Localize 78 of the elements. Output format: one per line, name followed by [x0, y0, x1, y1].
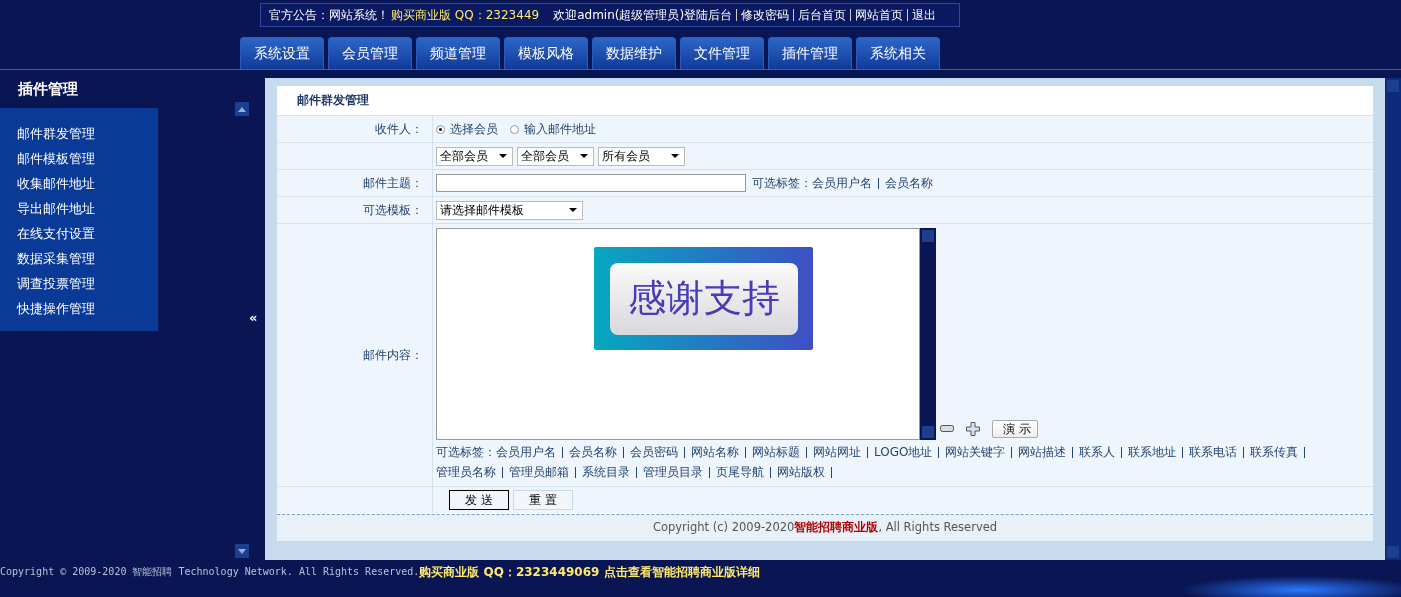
tag-link[interactable]: 会员用户名: [812, 174, 872, 192]
sidebar-item[interactable]: 快捷操作管理: [17, 296, 158, 321]
member-select[interactable]: 所有会员: [598, 146, 685, 166]
subject-field[interactable]: [436, 174, 746, 192]
tag-link[interactable]: 管理员名称: [436, 462, 496, 482]
tag-link[interactable]: 网站标题: [752, 442, 800, 462]
tag-link[interactable]: 管理员邮箱: [509, 462, 569, 482]
tag-link[interactable]: 网站关键字: [945, 442, 1006, 462]
tag-link[interactable]: 网站名称: [691, 442, 739, 462]
sidebar-item[interactable]: 收集邮件地址: [17, 171, 158, 196]
footer-copyright: Copyright © 2009-2020 智能招聘 Technology Network. All Rights Reserved.: [0, 565, 420, 577]
top-link[interactable]: 后台首页: [798, 6, 847, 24]
tag-link[interactable]: 会员名称: [569, 442, 617, 462]
notice-text: 网站系统！: [329, 6, 389, 24]
notice-label: 官方公告：: [269, 6, 329, 24]
tag-link[interactable]: 管理员目录: [643, 462, 703, 482]
down-arrow-icon: [238, 548, 246, 554]
member-select[interactable]: 全部会员: [517, 146, 594, 166]
sidebar-item[interactable]: 导出邮件地址: [17, 196, 158, 221]
tag-link[interactable]: 会员名称: [885, 174, 933, 192]
tag-link[interactable]: 联系人: [1079, 442, 1116, 462]
sidebar-title: 插件管理: [17, 79, 79, 100]
nav-tab[interactable]: 数据维护: [592, 37, 676, 69]
notice-promo: 购买商业版 QQ：2323449: [391, 6, 540, 24]
nav-tab[interactable]: 模板风格: [504, 37, 588, 69]
tag-label: 可选标签：: [436, 445, 496, 459]
reset-button[interactable]: 重 置: [513, 490, 573, 510]
caret-icon: [569, 208, 577, 212]
tag-link[interactable]: 联系传真: [1250, 442, 1299, 462]
scroll-up-button[interactable]: [235, 102, 249, 116]
member-select[interactable]: 全部会员: [436, 146, 513, 166]
expand-icon[interactable]: [966, 422, 980, 436]
top-link[interactable]: 网站首页: [855, 6, 904, 24]
radio-option[interactable]: 输入邮件地址: [510, 120, 596, 138]
nav-tab[interactable]: 文件管理: [680, 37, 764, 69]
top-link[interactable]: 修改密码: [741, 6, 790, 24]
collapse-toggle[interactable]: «: [249, 310, 258, 325]
radio-option[interactable]: 选择会员: [436, 120, 498, 138]
nav-tab[interactable]: 插件管理: [768, 37, 852, 69]
editor-scrollbar[interactable]: [920, 228, 936, 440]
tag-label: 可选标签：: [752, 174, 812, 192]
caret-icon: [671, 154, 679, 158]
sidebar-item[interactable]: 调查投票管理: [17, 271, 158, 296]
send-button[interactable]: 发 送: [449, 490, 509, 510]
sidebar-item[interactable]: 在线支付设置: [17, 221, 158, 246]
content-editor[interactable]: 感谢支持: [436, 228, 920, 440]
nav-tab[interactable]: 系统相关: [856, 37, 940, 69]
sidebar-item[interactable]: 数据采集管理: [17, 246, 158, 271]
tag-link[interactable]: 会员密码: [630, 442, 678, 462]
tag-link[interactable]: 网站网址: [813, 442, 861, 462]
panel-title: 邮件群发管理: [296, 92, 370, 109]
nav-tab[interactable]: 频道管理: [416, 37, 500, 69]
template-select[interactable]: 请选择邮件模板: [436, 200, 583, 220]
scroll-down-button[interactable]: [235, 544, 249, 558]
tag-link[interactable]: 网站描述: [1018, 442, 1067, 462]
page-scrollbar[interactable]: [1385, 78, 1401, 560]
tag-link[interactable]: 系统目录: [582, 462, 630, 482]
welcome-text: 欢迎admin(超级管理员)登陆后台: [553, 6, 733, 24]
field-label: 邮件内容：: [363, 346, 423, 364]
copyright-text: Copyright (c) 2009-2020智能招聘商业版, All Rights Reserved: [277, 514, 1373, 541]
sidebar-item[interactable]: 邮件群发管理: [17, 121, 158, 146]
banner-image: 感谢支持: [594, 247, 813, 350]
nav-tab[interactable]: 系统设置: [240, 37, 324, 69]
tag-link[interactable]: 页尾导航: [716, 462, 764, 482]
top-link[interactable]: 退出: [912, 6, 937, 24]
caret-icon: [499, 154, 507, 158]
footer-promo-link[interactable]: 购买商业版 QQ：2323449069 点击查看智能招聘商业版详细: [419, 564, 760, 580]
nav-tab[interactable]: 会员管理: [328, 37, 412, 69]
tag-link[interactable]: LOGO地址: [874, 442, 933, 462]
preview-button[interactable]: 演 示: [992, 420, 1038, 438]
tag-link[interactable]: 联系电话: [1189, 442, 1238, 462]
up-arrow-icon: [238, 106, 246, 112]
caret-icon: [580, 154, 588, 158]
sidebar-item[interactable]: 邮件模板管理: [17, 146, 158, 171]
shrink-icon[interactable]: [940, 425, 954, 433]
tag-link[interactable]: 会员用户名: [496, 442, 556, 462]
tag-link[interactable]: 联系地址: [1128, 442, 1177, 462]
tag-link[interactable]: 网站版权: [777, 462, 825, 482]
